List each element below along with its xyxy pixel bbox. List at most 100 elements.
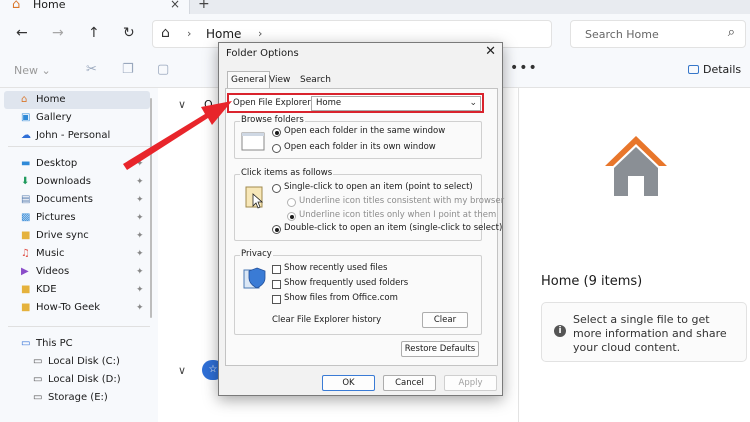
cut-icon[interactable]: ✂ — [86, 62, 97, 77]
privacy-icon — [243, 267, 266, 289]
option-underline-point[interactable]: Underline icon titles only when I point … — [299, 210, 496, 220]
sidebar-item-label: Downloads — [36, 176, 91, 187]
paste-icon[interactable]: ▢ — [157, 62, 169, 77]
sidebar-scrollbar[interactable] — [150, 98, 152, 318]
ok-button[interactable]: OK — [322, 375, 375, 391]
chevron-down-icon[interactable]: ∨ — [178, 98, 186, 111]
option-same-window[interactable]: Open each folder in the same window — [284, 126, 445, 136]
pin-icon[interactable]: ✦ — [136, 173, 144, 191]
sidebar-item-kde[interactable]: ■ KDE ✦ — [4, 281, 150, 299]
restore-defaults-button[interactable]: Restore Defaults — [401, 341, 479, 357]
details-info-card: i Select a single file to get more infor… — [541, 302, 747, 362]
address-home-icon[interactable]: ⌂ — [161, 25, 170, 41]
sidebar-item-drive-sync[interactable]: ■ Drive sync ✦ — [4, 227, 150, 245]
sidebar-item-label: Gallery — [36, 112, 72, 123]
pin-icon[interactable]: ✦ — [136, 227, 144, 245]
radio-same-window[interactable] — [272, 128, 281, 137]
details-pane: Home (9 items) i Select a single file to… — [518, 88, 750, 422]
sidebar-item-label: Videos — [36, 266, 70, 277]
downloads-icon: ⬇ — [21, 176, 30, 187]
sidebar-item-videos[interactable]: ▶ Videos ✦ — [4, 263, 150, 281]
radio-underline-browser[interactable] — [287, 198, 296, 207]
pin-icon[interactable]: ✦ — [136, 299, 144, 317]
pin-icon[interactable]: ✦ — [136, 245, 144, 263]
tab-view[interactable]: View — [266, 72, 293, 88]
option-double-click[interactable]: Double-click to open an item (single-cli… — [284, 223, 502, 233]
new-button[interactable]: New ⌄ — [14, 64, 51, 77]
tab-bar: ⌂ Home × + — [0, 0, 750, 14]
checkbox-frequent-folders[interactable] — [272, 280, 281, 289]
pin-icon[interactable]: ✦ — [136, 263, 144, 281]
privacy-title: Privacy — [240, 249, 273, 259]
chevron-right-icon[interactable]: › — [258, 27, 262, 40]
option-office-files[interactable]: Show files from Office.com — [284, 293, 398, 303]
sidebar-item-home[interactable]: ⌂ Home — [4, 91, 150, 109]
sidebar-item-storage-e[interactable]: ▭ Storage (E:) — [16, 389, 162, 407]
tab-home[interactable]: ⌂ Home × — [0, 0, 190, 14]
close-dialog-button[interactable]: ✕ — [485, 44, 496, 59]
pin-icon[interactable]: ✦ — [136, 209, 144, 227]
radio-underline-point[interactable] — [287, 212, 296, 221]
section-header-quick-access[interactable]: Q — [204, 98, 213, 111]
refresh-button[interactable]: ↻ — [123, 25, 135, 41]
sidebar-item-gallery[interactable]: ▣ Gallery — [4, 109, 150, 127]
radio-own-window[interactable] — [272, 144, 281, 153]
sidebar-divider — [8, 326, 150, 327]
sidebar-item-how-to-geek[interactable]: ■ How-To Geek ✦ — [4, 299, 150, 317]
sidebar-item-label: Drive sync — [36, 230, 89, 241]
clear-history-button[interactable]: Clear — [422, 312, 468, 328]
checkbox-recent-files[interactable] — [272, 265, 281, 274]
click-items-title: Click items as follows — [240, 168, 334, 178]
option-frequent-folders[interactable]: Show frequently used folders — [284, 278, 408, 288]
close-tab-button[interactable]: × — [170, 0, 180, 11]
radio-single-click[interactable] — [272, 184, 281, 193]
sidebar-item-label: Local Disk (C:) — [48, 356, 120, 367]
sidebar-item-label: Documents — [36, 194, 94, 205]
more-options-button[interactable]: ••• — [510, 60, 538, 76]
back-button[interactable]: ← — [16, 25, 28, 41]
local-disk-c-icon: ▭ — [33, 356, 43, 367]
pin-icon[interactable]: ✦ — [136, 281, 144, 299]
radio-double-click[interactable] — [272, 225, 281, 234]
chevron-right-icon[interactable]: › — [187, 27, 191, 40]
chevron-down-icon[interactable]: ∨ — [178, 364, 186, 377]
checkbox-office-files[interactable] — [272, 295, 281, 304]
new-tab-button[interactable]: + — [198, 0, 210, 12]
pin-icon[interactable]: ✦ — [136, 155, 144, 173]
apply-button[interactable]: Apply — [444, 375, 497, 391]
option-own-window[interactable]: Open each folder in its own window — [284, 142, 436, 152]
option-recent-files[interactable]: Show recently used files — [284, 263, 387, 273]
sidebar-item-local-disk-c[interactable]: ▭ Local Disk (C:) — [16, 353, 162, 371]
search-input[interactable]: Search Home — [585, 28, 659, 41]
tab-search[interactable]: Search — [297, 72, 334, 88]
local-disk-d-icon: ▭ — [33, 374, 43, 385]
tab-general[interactable]: General — [227, 71, 271, 88]
pin-icon[interactable]: ✦ — [136, 191, 144, 209]
sidebar-item-this-pc[interactable]: ▭ This PC — [4, 335, 150, 353]
up-button[interactable]: ↑ — [88, 25, 100, 41]
chevron-down-icon: ⌄ — [469, 98, 477, 108]
dialog-tabs: General View Search — [225, 71, 498, 88]
sidebar-item-pictures[interactable]: ▩ Pictures ✦ — [4, 209, 150, 227]
sidebar-item-local-disk-d[interactable]: ▭ Local Disk (D:) — [16, 371, 162, 389]
sidebar-item-label: This PC — [36, 338, 73, 349]
open-explorer-to-select[interactable]: Home ⌄ — [311, 96, 481, 111]
option-single-click[interactable]: Single-click to open an item (point to s… — [284, 182, 473, 192]
forward-button[interactable]: → — [52, 25, 64, 41]
sidebar-item-label: Music — [36, 248, 65, 259]
sidebar-item-desktop[interactable]: ▬ Desktop ✦ — [4, 155, 150, 173]
copy-icon[interactable]: ❐ — [122, 62, 134, 77]
cancel-button[interactable]: Cancel — [383, 375, 436, 391]
tab-label: Home — [33, 0, 66, 11]
option-underline-browser[interactable]: Underline icon titles consistent with my… — [299, 196, 504, 206]
browse-folders-title: Browse folders — [240, 115, 305, 125]
sidebar-item-john-personal[interactable]: ☁ John - Personal — [4, 127, 150, 145]
sidebar-item-downloads[interactable]: ⬇ Downloads ✦ — [4, 173, 150, 191]
sidebar-item-music[interactable]: ♫ Music ✦ — [4, 245, 150, 263]
gallery-icon: ▣ — [21, 112, 31, 123]
kde-icon: ■ — [21, 284, 31, 295]
details-button[interactable]: Details — [688, 63, 741, 76]
address-path[interactable]: Home — [206, 27, 241, 41]
sidebar-item-documents[interactable]: ▤ Documents ✦ — [4, 191, 150, 209]
search-box[interactable]: Search Home ⌕ — [570, 20, 746, 48]
